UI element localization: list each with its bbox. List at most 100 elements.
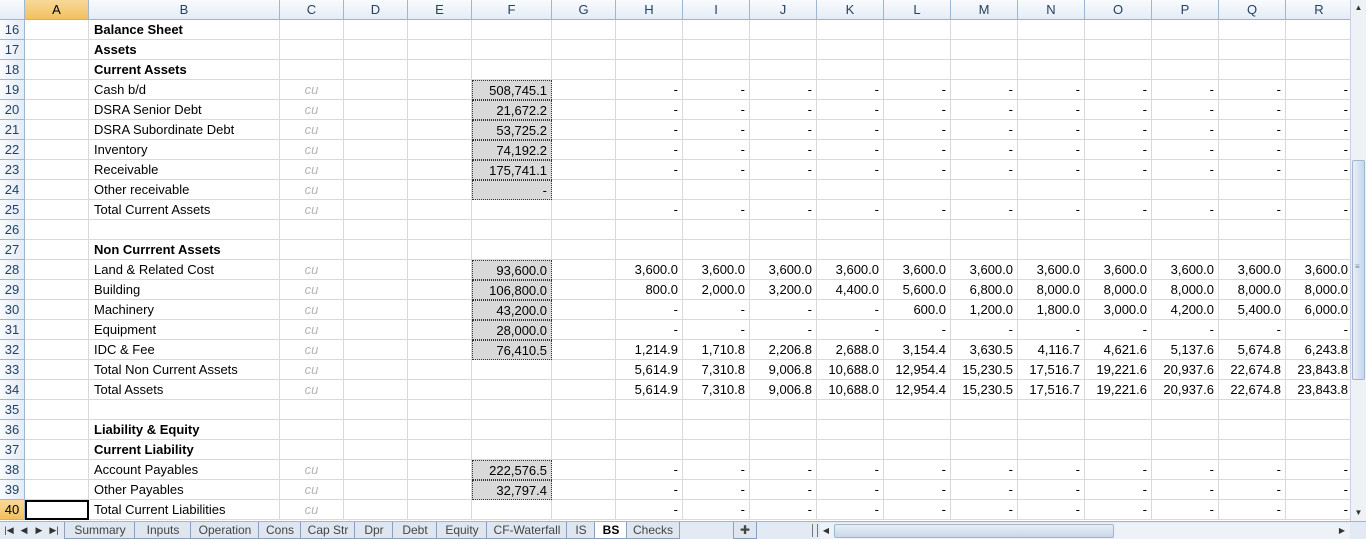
cell-M22[interactable]: - — [951, 140, 1018, 160]
cell-M30[interactable]: 1,200.0 — [951, 300, 1018, 320]
cell-M35[interactable] — [951, 400, 1018, 420]
row-header-33[interactable]: 33 — [0, 360, 25, 380]
cell-L36[interactable] — [884, 420, 951, 440]
cell-P20[interactable]: - — [1152, 100, 1219, 120]
row-header-24[interactable]: 24 — [0, 180, 25, 200]
cell-J22[interactable]: - — [750, 140, 817, 160]
cell-K16[interactable] — [817, 20, 884, 40]
cell-N32[interactable]: 4,116.7 — [1018, 340, 1085, 360]
cell-L29[interactable]: 5,600.0 — [884, 280, 951, 300]
cell-E36[interactable] — [408, 420, 472, 440]
cell-A28[interactable] — [25, 260, 89, 280]
column-header-B[interactable]: B — [89, 0, 280, 20]
cell-D30[interactable] — [344, 300, 408, 320]
cell-K27[interactable] — [817, 240, 884, 260]
cell-H35[interactable] — [616, 400, 683, 420]
cell-I25[interactable]: - — [683, 200, 750, 220]
cell-H21[interactable]: - — [616, 120, 683, 140]
cell-L34[interactable]: 12,954.4 — [884, 380, 951, 400]
cell-D25[interactable] — [344, 200, 408, 220]
cell-Q33[interactable]: 22,674.8 — [1219, 360, 1286, 380]
row-header-19[interactable]: 19 — [0, 80, 25, 100]
cell-F21[interactable]: 53,725.2 — [472, 120, 552, 140]
cell-R33[interactable]: 23,843.8 — [1286, 360, 1350, 380]
cell-N36[interactable] — [1018, 420, 1085, 440]
cell-J17[interactable] — [750, 40, 817, 60]
cell-K22[interactable]: - — [817, 140, 884, 160]
column-header-M[interactable]: M — [951, 0, 1018, 20]
cell-A23[interactable] — [25, 160, 89, 180]
cell-B20[interactable]: DSRA Senior Debt — [89, 100, 280, 120]
cell-C21[interactable]: cu — [280, 120, 344, 140]
cell-E21[interactable] — [408, 120, 472, 140]
cell-B30[interactable]: Machinery — [89, 300, 280, 320]
row-header-16[interactable]: 16 — [0, 20, 25, 40]
cell-L24[interactable] — [884, 180, 951, 200]
cell-C19[interactable]: cu — [280, 80, 344, 100]
cell-H37[interactable] — [616, 440, 683, 460]
cell-E38[interactable] — [408, 460, 472, 480]
cell-Q18[interactable] — [1219, 60, 1286, 80]
cell-C26[interactable] — [280, 220, 344, 240]
cell-Q22[interactable]: - — [1219, 140, 1286, 160]
cell-A27[interactable] — [25, 240, 89, 260]
cell-L20[interactable]: - — [884, 100, 951, 120]
cell-Q25[interactable]: - — [1219, 200, 1286, 220]
cell-K37[interactable] — [817, 440, 884, 460]
cell-E30[interactable] — [408, 300, 472, 320]
cell-F33[interactable] — [472, 360, 552, 380]
cell-O27[interactable] — [1085, 240, 1152, 260]
insert-sheet-icon[interactable]: ✚ — [733, 522, 757, 539]
cell-R39[interactable]: - — [1286, 480, 1350, 500]
cell-B18[interactable]: Current Assets — [89, 60, 280, 80]
cell-I32[interactable]: 1,710.8 — [683, 340, 750, 360]
cell-K35[interactable] — [817, 400, 884, 420]
cell-C32[interactable]: cu — [280, 340, 344, 360]
cell-M17[interactable] — [951, 40, 1018, 60]
cell-G22[interactable] — [552, 140, 616, 160]
cell-H16[interactable] — [616, 20, 683, 40]
cell-N40[interactable]: - — [1018, 500, 1085, 520]
horizontal-scrollbar[interactable]: ◀ ▶ — [820, 523, 1350, 539]
cell-F23[interactable]: 175,741.1 — [472, 160, 552, 180]
cell-C34[interactable]: cu — [280, 380, 344, 400]
cell-F26[interactable] — [472, 220, 552, 240]
cell-B23[interactable]: Receivable — [89, 160, 280, 180]
cell-N27[interactable] — [1018, 240, 1085, 260]
cell-O22[interactable]: - — [1085, 140, 1152, 160]
row-header-38[interactable]: 38 — [0, 460, 25, 480]
cell-O20[interactable]: - — [1085, 100, 1152, 120]
cell-J21[interactable]: - — [750, 120, 817, 140]
cell-G17[interactable] — [552, 40, 616, 60]
cell-J31[interactable]: - — [750, 320, 817, 340]
cell-F37[interactable] — [472, 440, 552, 460]
cell-A21[interactable] — [25, 120, 89, 140]
cell-E25[interactable] — [408, 200, 472, 220]
cell-Q20[interactable]: - — [1219, 100, 1286, 120]
cell-P30[interactable]: 4,200.0 — [1152, 300, 1219, 320]
cell-G26[interactable] — [552, 220, 616, 240]
cell-G38[interactable] — [552, 460, 616, 480]
cell-B26[interactable] — [89, 220, 280, 240]
cell-J39[interactable]: - — [750, 480, 817, 500]
cell-G30[interactable] — [552, 300, 616, 320]
cell-G21[interactable] — [552, 120, 616, 140]
cell-B21[interactable]: DSRA Subordinate Debt — [89, 120, 280, 140]
cell-P38[interactable]: - — [1152, 460, 1219, 480]
cell-D17[interactable] — [344, 40, 408, 60]
cell-C35[interactable] — [280, 400, 344, 420]
cell-M25[interactable]: - — [951, 200, 1018, 220]
cell-J26[interactable] — [750, 220, 817, 240]
cell-C36[interactable] — [280, 420, 344, 440]
cell-C28[interactable]: cu — [280, 260, 344, 280]
cell-D19[interactable] — [344, 80, 408, 100]
cell-J32[interactable]: 2,206.8 — [750, 340, 817, 360]
cell-L30[interactable]: 600.0 — [884, 300, 951, 320]
cell-G28[interactable] — [552, 260, 616, 280]
sheet-tab-cf-waterfall[interactable]: CF-Waterfall — [486, 522, 568, 539]
cell-K31[interactable]: - — [817, 320, 884, 340]
cell-M18[interactable] — [951, 60, 1018, 80]
cell-F40[interactable] — [472, 500, 552, 520]
cell-H28[interactable]: 3,600.0 — [616, 260, 683, 280]
cell-E28[interactable] — [408, 260, 472, 280]
